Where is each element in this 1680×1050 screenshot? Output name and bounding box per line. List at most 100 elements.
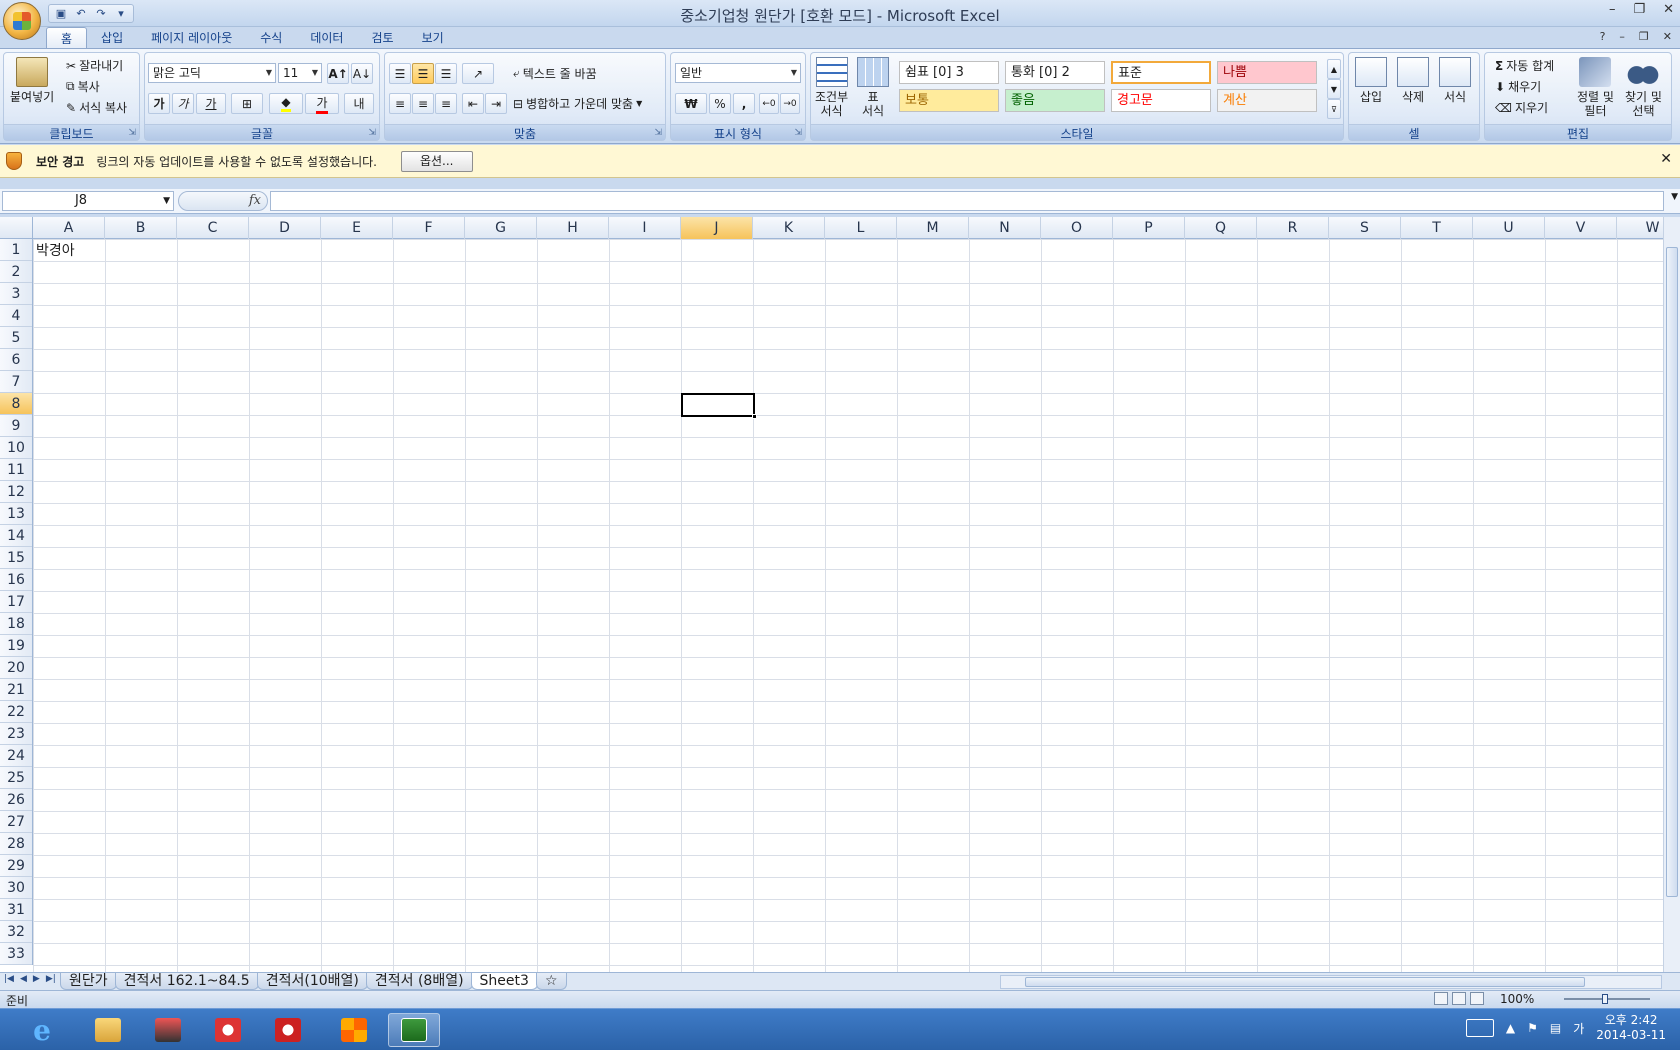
row-header-32[interactable]: 32 [0, 921, 32, 943]
insert-sheet-icon[interactable]: ☆ [535, 973, 567, 990]
row-header-29[interactable]: 29 [0, 855, 32, 877]
row-header-8[interactable]: 8 [0, 393, 32, 415]
cell-a1[interactable]: 박경아 [36, 241, 75, 261]
tab-view[interactable]: 보기 [408, 27, 458, 49]
align-center-button[interactable]: ≡ [412, 93, 434, 114]
font-launcher-icon[interactable]: ⇲ [368, 128, 376, 138]
row-header-33[interactable]: 33 [0, 943, 32, 965]
taskbar-app-3[interactable] [202, 1013, 254, 1047]
tab-page-layout[interactable]: 페이지 레이아웃 [137, 27, 246, 49]
comma-button[interactable]: , [733, 93, 755, 114]
minimize-button[interactable]: – [1609, 2, 1616, 17]
grow-font-button[interactable]: A↑ [327, 63, 349, 84]
fill-handle[interactable] [752, 414, 757, 419]
cell-area[interactable] [33, 239, 1663, 973]
restore-button[interactable]: ❐ [1633, 2, 1645, 17]
column-header-s[interactable]: S [1329, 217, 1401, 239]
ime-indicator[interactable]: 가 [1573, 1020, 1584, 1037]
row-header-16[interactable]: 16 [0, 569, 32, 591]
row-header-26[interactable]: 26 [0, 789, 32, 811]
borders-button[interactable]: ⊞ [231, 93, 263, 114]
phonetic-button[interactable]: 내 [344, 93, 374, 114]
format-painter-button[interactable]: ✎ 서식 복사 [66, 99, 127, 116]
column-header-e[interactable]: E [321, 217, 393, 239]
cell-style-6[interactable]: 경고문 [1111, 89, 1211, 112]
active-cell-selection[interactable] [681, 393, 757, 419]
format-as-table-button[interactable]: 표 서식 [857, 57, 889, 118]
row-header-5[interactable]: 5 [0, 327, 32, 349]
zoom-level[interactable]: 100% [1500, 992, 1534, 1006]
cell-style-1[interactable]: 통화 [0] 2 [1005, 61, 1105, 84]
row-header-27[interactable]: 27 [0, 811, 32, 833]
sheet-tab-0[interactable]: 원단가 [60, 973, 117, 990]
close-button[interactable]: ✕ [1663, 2, 1674, 17]
keyboard-icon[interactable] [1465, 1019, 1494, 1037]
sort-filter-button[interactable]: 정렬 및 필터 [1577, 57, 1614, 118]
column-header-o[interactable]: O [1041, 217, 1113, 239]
tab-insert[interactable]: 삽입 [87, 27, 137, 49]
tab-review[interactable]: 검토 [357, 27, 407, 49]
number-format-combo[interactable]: 일반 ▼ [675, 63, 801, 83]
network-icon[interactable]: ▤ [1550, 1021, 1561, 1035]
horizontal-scroll-thumb[interactable] [1025, 977, 1585, 987]
insert-function-button[interactable]: fx [249, 193, 261, 208]
column-header-l[interactable]: L [825, 217, 897, 239]
office-button[interactable] [3, 2, 41, 40]
font-color-button[interactable]: 가 [305, 93, 339, 114]
row-header-6[interactable]: 6 [0, 349, 32, 371]
formula-input[interactable] [270, 191, 1664, 211]
row-header-10[interactable]: 10 [0, 437, 32, 459]
copy-button[interactable]: ⧉ 복사 [66, 78, 100, 95]
align-left-button[interactable]: ≡ [389, 93, 411, 114]
insert-cells-button[interactable]: 삽입 [1355, 57, 1387, 104]
clock[interactable]: 오후 2:42 2014-03-11 [1596, 1013, 1666, 1043]
row-header-4[interactable]: 4 [0, 305, 32, 327]
gallery-more-button[interactable]: ⊽ [1327, 99, 1341, 119]
autosum-button[interactable]: Σ 자동 합계 [1495, 57, 1554, 74]
taskbar-app-4[interactable] [262, 1013, 314, 1047]
row-header-28[interactable]: 28 [0, 833, 32, 855]
column-header-b[interactable]: B [105, 217, 177, 239]
middle-align-button[interactable]: ☰ [412, 63, 434, 84]
currency-button[interactable]: ₩ [675, 93, 707, 114]
column-header-n[interactable]: N [969, 217, 1041, 239]
align-right-button[interactable]: ≡ [435, 93, 457, 114]
format-cells-button[interactable]: 서식 [1439, 57, 1471, 104]
font-size-combo[interactable]: 11 ▼ [278, 63, 322, 83]
underline-button[interactable]: 가 [196, 93, 226, 114]
column-header-p[interactable]: P [1113, 217, 1185, 239]
row-header-24[interactable]: 24 [0, 745, 32, 767]
orientation-button[interactable]: ↗ [462, 63, 494, 84]
column-header-j[interactable]: J [681, 217, 753, 239]
row-header-14[interactable]: 14 [0, 525, 32, 547]
vertical-scrollbar[interactable] [1663, 217, 1680, 973]
increase-decimal-button[interactable]: ←0 [759, 93, 779, 114]
next-sheet-icon[interactable]: ▶ [33, 974, 40, 984]
workbook-minimize-button[interactable]: – [1619, 30, 1625, 43]
column-header-h[interactable]: H [537, 217, 609, 239]
cell-style-7[interactable]: 계산 [1217, 89, 1317, 112]
first-sheet-icon[interactable]: |◀ [4, 974, 14, 984]
fill-button[interactable]: ⬇ 채우기 [1495, 78, 1541, 95]
close-icon[interactable]: ✕ [1660, 151, 1672, 167]
column-header-f[interactable]: F [393, 217, 465, 239]
wrap-text-button[interactable]: ⤶ 텍스트 줄 바꿈 [513, 65, 597, 82]
row-header-1[interactable]: 1 [0, 239, 32, 261]
row-header-7[interactable]: 7 [0, 371, 32, 393]
column-header-u[interactable]: U [1473, 217, 1545, 239]
last-sheet-icon[interactable]: ▶| [46, 974, 56, 984]
top-align-button[interactable]: ☰ [389, 63, 411, 84]
cell-style-2[interactable]: 표준 [1111, 61, 1211, 84]
row-header-23[interactable]: 23 [0, 723, 32, 745]
row-header-25[interactable]: 25 [0, 767, 32, 789]
expand-formula-bar-icon[interactable]: ▼ [1671, 192, 1678, 202]
bold-button[interactable]: 가 [148, 93, 170, 114]
sheet-tab-4[interactable]: Sheet3 [470, 973, 538, 990]
gallery-up-button[interactable]: ▲ [1327, 59, 1341, 79]
tab-formulas[interactable]: 수식 [246, 27, 296, 49]
row-header-15[interactable]: 15 [0, 547, 32, 569]
column-header-i[interactable]: I [609, 217, 681, 239]
percent-button[interactable]: % [709, 93, 731, 114]
cell-style-4[interactable]: 보통 [899, 89, 999, 112]
gallery-down-button[interactable]: ▼ [1327, 79, 1341, 99]
